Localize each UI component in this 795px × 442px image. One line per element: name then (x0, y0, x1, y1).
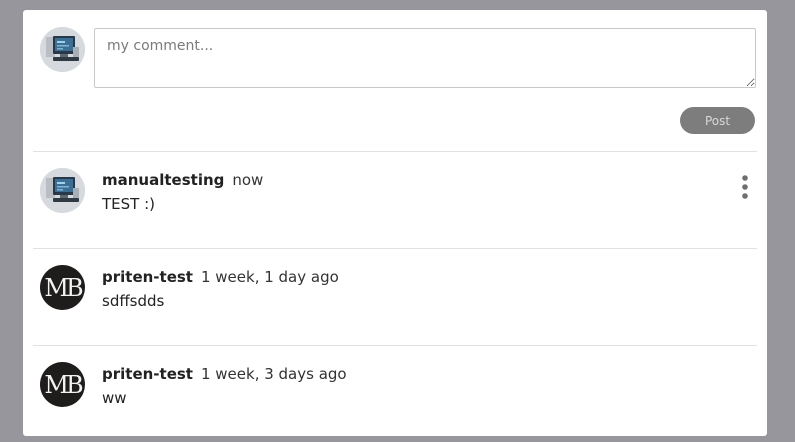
comment-author[interactable]: priten-test (102, 365, 193, 383)
comment-author[interactable]: priten-test (102, 268, 193, 286)
comment-timestamp: 1 week, 3 days ago (200, 365, 347, 383)
avatar-initials: MB (44, 273, 83, 302)
more-options-button[interactable] (738, 174, 752, 200)
screen-avatar-icon (40, 168, 85, 213)
comment-header: manualtesting now (102, 171, 263, 189)
comment-author[interactable]: manualtesting (102, 171, 224, 189)
mb-logo-avatar: MB (40, 362, 85, 407)
user-avatar (40, 27, 85, 72)
mb-logo-avatar: MB (40, 265, 85, 310)
commenter-avatar (40, 168, 85, 213)
comment-input[interactable] (94, 28, 756, 88)
screen-avatar-icon (40, 27, 85, 72)
comment-text: TEST :) (102, 195, 155, 213)
more-vertical-icon (742, 175, 748, 199)
comment-header: priten-test 1 week, 1 day ago (102, 268, 339, 286)
comment-timestamp: 1 week, 1 day ago (200, 268, 339, 286)
comment-text: sdffsdds (102, 292, 165, 310)
comment-header: priten-test 1 week, 3 days ago (102, 365, 347, 383)
comment-item: manualtesting now TEST :) (23, 152, 767, 248)
post-button[interactable]: Post (680, 107, 755, 134)
avatar-initials: MB (44, 370, 83, 399)
comment-timestamp: now (232, 171, 264, 189)
comment-item: MB priten-test 1 week, 1 day ago sdffsdds (23, 249, 767, 345)
comment-text: ww (102, 389, 127, 407)
comment-item: MB priten-test 1 week, 3 days ago ww (23, 346, 767, 442)
comments-panel: Post manualtesting now TEST :) (23, 10, 767, 436)
